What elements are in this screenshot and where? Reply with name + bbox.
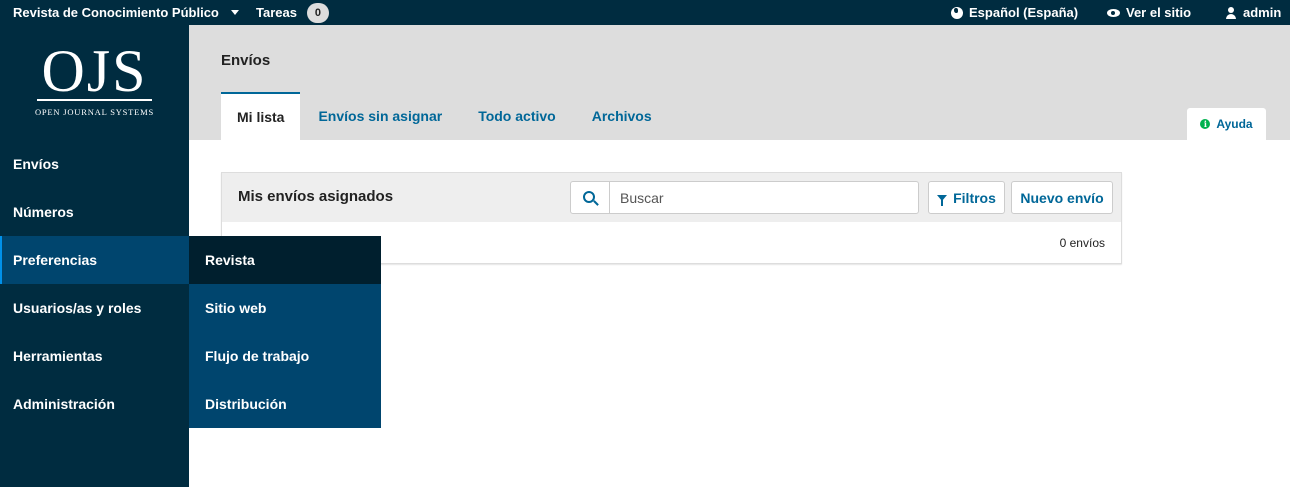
user-menu[interactable]: admin <box>1225 0 1281 25</box>
tab-bar: Mi lista Envíos sin asignar Todo activo … <box>221 92 670 140</box>
tab-mi-lista[interactable]: Mi lista <box>221 92 301 140</box>
search-button[interactable] <box>570 181 610 214</box>
submenu-item-sitio-web[interactable]: Sitio web <box>189 284 381 332</box>
tasks-label: Tareas <box>256 5 297 20</box>
view-site-label: Ver el sitio <box>1126 5 1192 20</box>
sidebar-item-preferencias[interactable]: Preferencias <box>0 236 189 284</box>
tasks-count-badge: 0 <box>306 2 329 23</box>
tab-todo-activo[interactable]: Todo activo <box>460 92 574 140</box>
user-icon <box>1225 6 1237 19</box>
filters-label: Filtros <box>953 189 996 206</box>
sidebar-item-administracion[interactable]: Administración <box>0 380 189 428</box>
filters-button[interactable]: Filtros <box>928 181 1005 214</box>
submenu-item-revista[interactable]: Revista <box>189 236 381 284</box>
help-label: Ayuda <box>1216 117 1253 131</box>
page-title: Envíos <box>221 52 271 69</box>
ojs-logo[interactable]: OJS OPEN JOURNAL SYSTEMS <box>0 41 189 117</box>
logo-subtitle: OPEN JOURNAL SYSTEMS <box>34 107 155 117</box>
page-header: Envíos Mi lista Envíos sin asignar Todo … <box>189 25 1290 140</box>
sidebar: OJS OPEN JOURNAL SYSTEMS Envíos Números … <box>0 25 189 487</box>
sidebar-nav: Envíos Números Preferencias Usuarios/as … <box>0 140 189 428</box>
sidebar-item-herramientas[interactable]: Herramientas <box>0 332 189 380</box>
view-site-link[interactable]: Ver el sitio <box>1107 0 1191 25</box>
tasks-link[interactable]: Tareas 0 <box>256 0 329 25</box>
tab-archivos[interactable]: Archivos <box>574 92 670 140</box>
panel-header: Mis envíos asignados Filtros Nuevo envío <box>222 173 1121 222</box>
search-input[interactable] <box>609 181 919 214</box>
top-navigation-bar: Revista de Conocimiento Público Tareas 0… <box>0 0 1290 25</box>
preferences-submenu: Revista Sitio web Flujo de trabajo Distr… <box>189 236 381 428</box>
globe-icon <box>951 6 963 19</box>
language-switcher[interactable]: Español (España) <box>951 0 1078 25</box>
panel-title: Mis envíos asignados <box>238 188 394 205</box>
new-submission-button[interactable]: Nuevo envío <box>1011 181 1113 214</box>
caret-down-icon <box>230 10 239 15</box>
submission-count: 0 envíos <box>1059 236 1105 250</box>
tab-envios-sin-asignar[interactable]: Envíos sin asignar <box>300 92 460 140</box>
journal-name: Revista de Conocimiento Público <box>13 5 219 20</box>
submenu-item-distribucion[interactable]: Distribución <box>189 380 381 428</box>
eye-icon <box>1107 8 1120 17</box>
info-icon: i <box>1200 119 1211 129</box>
user-name: admin <box>1243 5 1282 20</box>
sidebar-item-numeros[interactable]: Números <box>0 188 189 236</box>
sidebar-item-usuarios-roles[interactable]: Usuarios/as y roles <box>0 284 189 332</box>
filter-icon <box>937 194 948 206</box>
submenu-item-flujo-trabajo[interactable]: Flujo de trabajo <box>189 332 381 380</box>
logo-mark: OJS <box>37 41 152 101</box>
language-label: Español (España) <box>969 5 1079 20</box>
sidebar-item-envios[interactable]: Envíos <box>0 140 189 188</box>
help-button[interactable]: i Ayuda <box>1187 108 1266 140</box>
search-icon <box>583 190 595 203</box>
journal-switcher[interactable]: Revista de Conocimiento Público <box>13 0 239 25</box>
